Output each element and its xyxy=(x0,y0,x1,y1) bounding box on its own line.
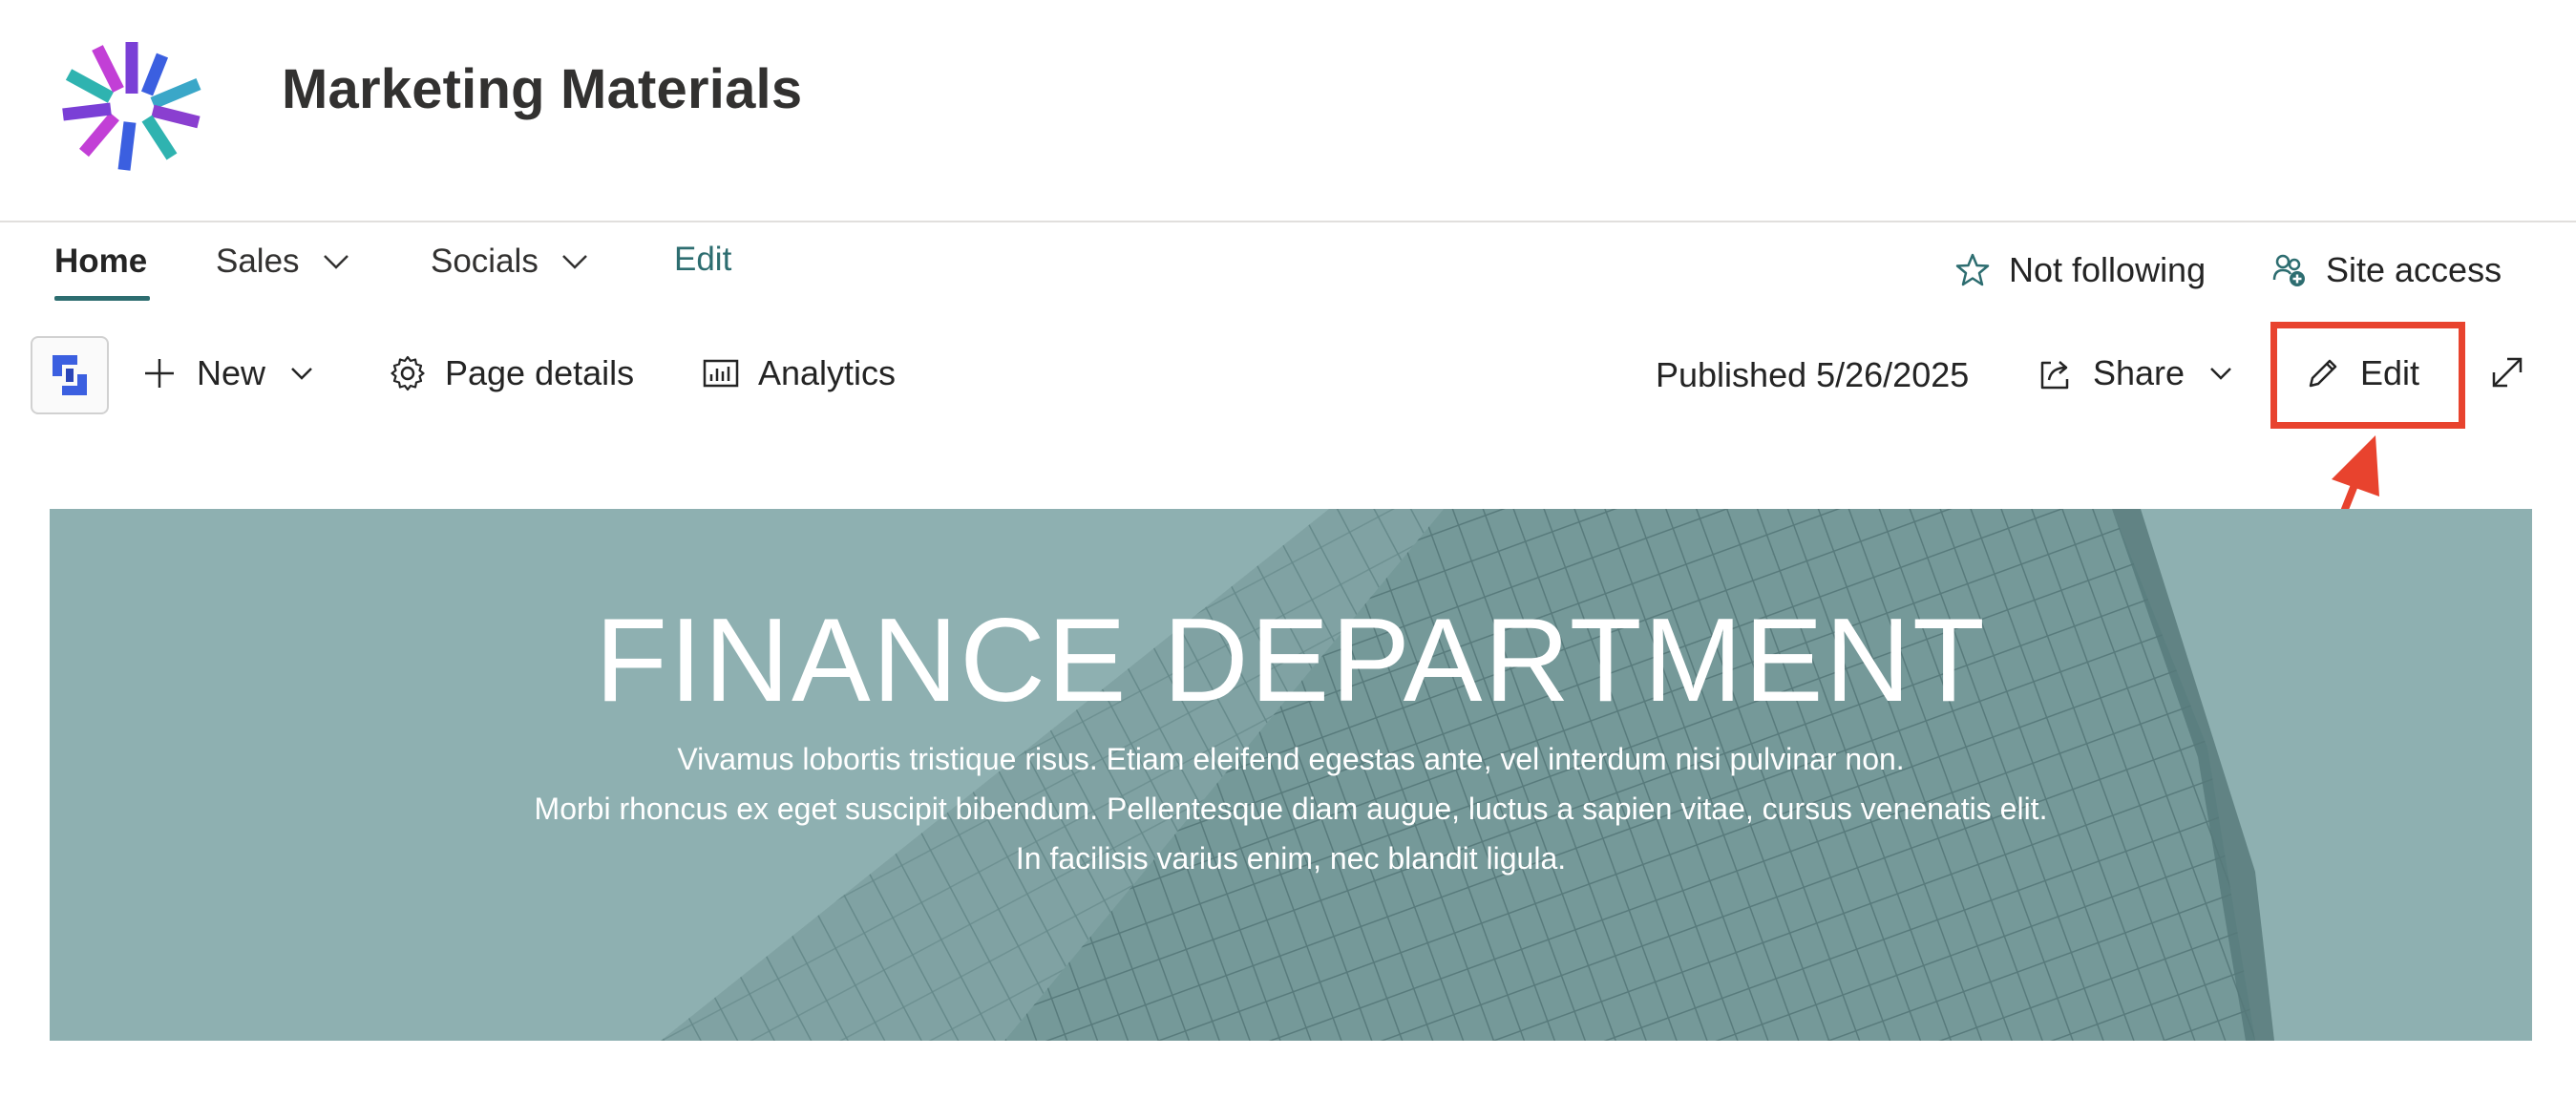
analytics-label: Analytics xyxy=(758,353,897,392)
analytics-button[interactable]: Analytics xyxy=(701,353,896,393)
hero-description-line: Vivamus lobortis tristique risus. Etiam … xyxy=(677,742,1905,776)
analytics-icon xyxy=(703,359,739,388)
follow-label: Not following xyxy=(2009,250,2206,289)
expand-icon[interactable] xyxy=(2486,351,2528,393)
share-icon xyxy=(2040,361,2069,390)
chevron-down-icon xyxy=(291,368,312,380)
people-add-icon xyxy=(2272,254,2305,286)
nav-item-label: Home xyxy=(54,243,148,280)
chevron-down-icon xyxy=(2210,368,2231,380)
site-access-button[interactable]: Site access xyxy=(2270,250,2502,290)
site-title[interactable]: Marketing Materials xyxy=(282,57,802,121)
page-details-label: Page details xyxy=(445,353,635,392)
nav-item-label: Socials xyxy=(431,243,538,280)
hero-title: FINANCE DEPARTMENT xyxy=(595,595,1987,727)
share-button[interactable]: Share xyxy=(2036,353,2232,393)
hero-description-line: In facilisis varius enim, nec blandit li… xyxy=(1015,841,1567,876)
hero-description-line: Morbi rhoncus ex eget suscipit bibendum.… xyxy=(534,792,2048,826)
published-status: Published 5/26/2025 xyxy=(1656,355,1970,394)
nav-item-home[interactable]: Home xyxy=(54,243,147,281)
new-label: New xyxy=(197,353,266,392)
nav-item-label: Sales xyxy=(216,243,300,280)
nav-item-socials[interactable]: Socials xyxy=(431,243,588,281)
chevron-down-icon xyxy=(561,255,587,269)
site-access-label: Site access xyxy=(2326,250,2502,289)
nav-edit-link[interactable]: Edit xyxy=(674,241,731,279)
new-button[interactable]: New xyxy=(139,353,313,393)
hero-banner: FINANCE DEPARTMENT Vivamus lobortis tris… xyxy=(50,509,2532,1041)
header-divider xyxy=(0,221,2576,222)
gear-icon xyxy=(391,355,425,391)
chevron-down-icon xyxy=(323,255,348,269)
share-label: Share xyxy=(2093,353,2185,392)
page-details-button[interactable]: Page details xyxy=(388,353,634,393)
site-logo-icon[interactable] xyxy=(55,34,208,178)
app-logo-icon xyxy=(53,355,87,395)
edit-highlight-box xyxy=(2270,322,2465,429)
plus-icon xyxy=(145,359,174,388)
nav-active-indicator xyxy=(54,296,150,301)
nav-item-sales[interactable]: Sales xyxy=(216,243,349,281)
star-icon xyxy=(1955,253,1990,286)
follow-button[interactable]: Not following xyxy=(1953,250,2206,290)
app-tile-button[interactable] xyxy=(31,336,109,414)
